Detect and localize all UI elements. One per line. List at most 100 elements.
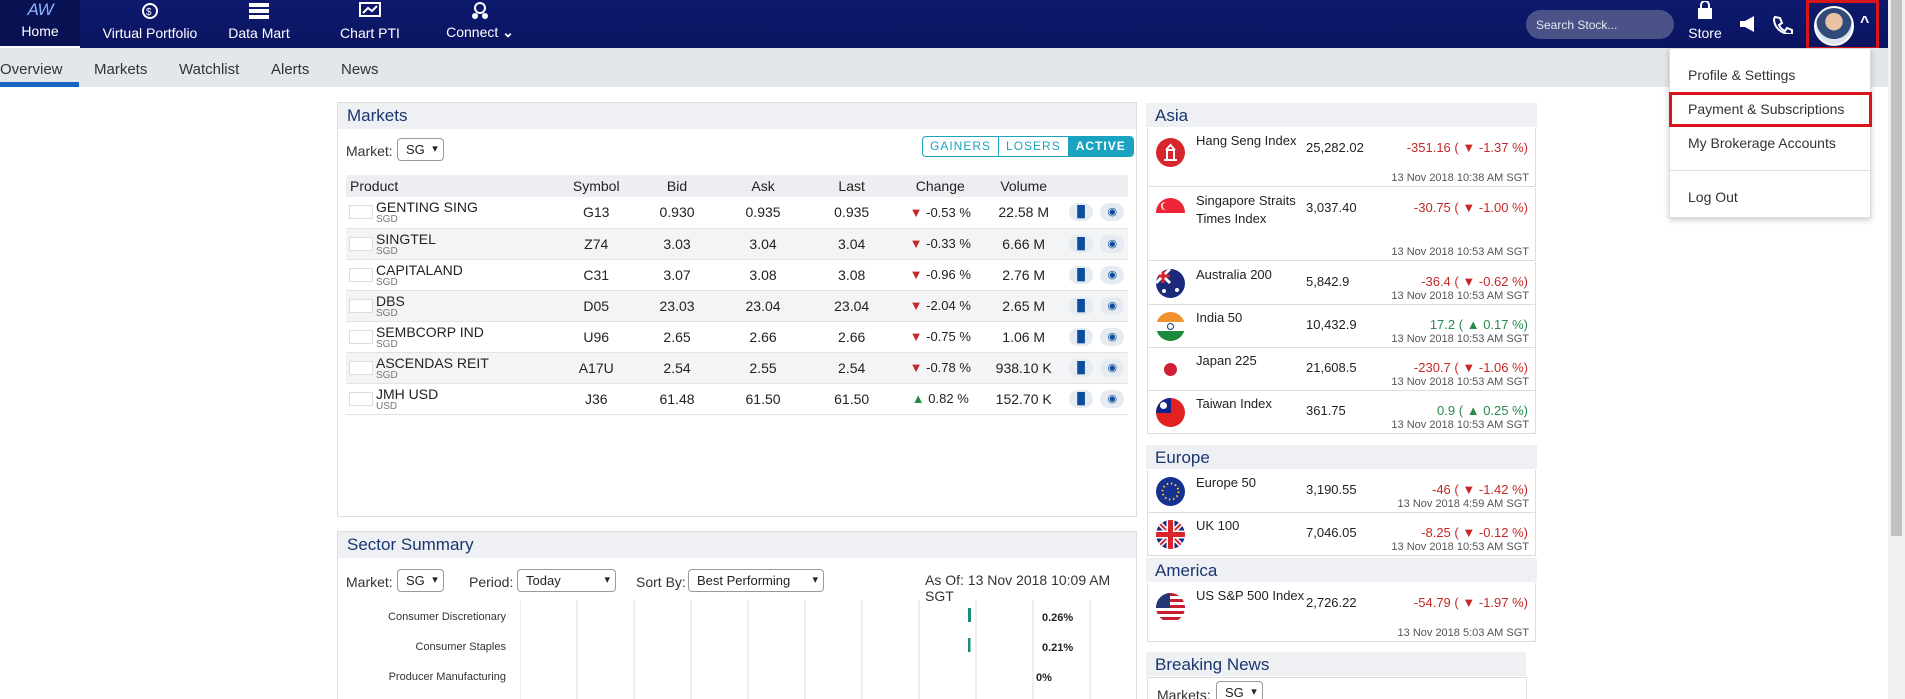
index-timestamp: 13 Nov 2018 10:53 AM SGT (1391, 333, 1529, 345)
tab-overview[interactable]: Overview (0, 48, 79, 87)
index-row[interactable]: Singapore Straits Times Index 3,037.40 -… (1147, 188, 1536, 261)
sector-bar-chart (520, 600, 1091, 699)
change-cell: ▲ 0.82 % (898, 383, 982, 415)
country-flag-icon (1156, 312, 1185, 341)
table-row[interactable]: SINGTEL SGD Z74 3.03 3.04 3.04 ▼ -0.33 % … (346, 228, 1128, 260)
product-name: DBS (376, 292, 405, 309)
volume-cell: 6.66 M (981, 228, 1066, 260)
eye-icon[interactable]: ◉ (1100, 389, 1125, 408)
eye-icon[interactable]: ◉ (1100, 265, 1125, 284)
company-logo-icon (349, 205, 373, 219)
sort-by-select[interactable]: Best Performing (688, 569, 824, 592)
bar-chart-icon[interactable]: ▐▌ (1069, 265, 1094, 284)
down-arrow-icon: ▼ (909, 204, 923, 220)
bar-chart-icon[interactable]: ▐▌ (1069, 389, 1094, 408)
sort-by-label: Sort By: (636, 574, 686, 590)
index-row[interactable]: Australia 200 5,842.9 -36.4 ( ▼ -0.62 %)… (1147, 262, 1536, 305)
index-row[interactable]: UK 100 7,046.05 -8.25 ( ▼ -0.12 %) 13 No… (1147, 513, 1536, 556)
index-value: 7,046.05 (1306, 525, 1357, 540)
tab-alerts[interactable]: Alerts (271, 48, 309, 87)
toggle-active[interactable]: ACTIVE (1068, 137, 1133, 156)
index-name: Singapore Straits Times Index (1196, 193, 1296, 226)
index-timestamp: 13 Nov 2018 10:53 AM SGT (1391, 376, 1529, 388)
nav-connect[interactable]: Connect ⌄ (442, 0, 518, 48)
megaphone-icon[interactable] (1738, 14, 1760, 39)
index-row[interactable]: India 50 10,432.9 17.2 ( ▲ 0.17 %) 13 No… (1147, 305, 1536, 348)
index-row[interactable]: US S&P 500 Index 2,726.22 -54.79 ( ▼ -1.… (1147, 583, 1536, 642)
tab-news[interactable]: News (341, 48, 379, 87)
index-timestamp: 13 Nov 2018 10:53 AM SGT (1391, 419, 1529, 431)
toggle-gainers[interactable]: GAINERS (923, 137, 1000, 156)
product-name: SEMBCORP IND (376, 323, 484, 340)
store-button[interactable]: Store (1685, 0, 1725, 48)
chart-action-cell: ▐▌ (1065, 383, 1097, 415)
nav-home-label: Home (21, 23, 59, 39)
eye-icon[interactable]: ◉ (1100, 234, 1125, 253)
index-change: -36.4 ( ▼ -0.62 %) (1421, 274, 1528, 289)
user-menu-button[interactable]: ^ (1806, 0, 1879, 50)
down-arrow-icon: ▼ (1462, 482, 1476, 497)
menu-brokerage-accounts[interactable]: My Brokerage Accounts (1688, 135, 1836, 151)
watch-action-cell: ◉ (1096, 259, 1128, 291)
down-arrow-icon: ▼ (1462, 360, 1476, 375)
grid-icon (248, 0, 270, 22)
table-row[interactable]: GENTING SING SGD G13 0.930 0.935 0.935 ▼ … (346, 197, 1128, 229)
avatar (1814, 6, 1854, 46)
sector-summary-title: Sector Summary (338, 532, 1136, 558)
market-select[interactable]: SG (397, 138, 444, 161)
index-change: 17.2 ( ▲ 0.17 %) (1429, 317, 1528, 332)
eye-icon[interactable]: ◉ (1100, 358, 1125, 377)
eye-icon[interactable]: ◉ (1100, 203, 1125, 222)
index-row[interactable]: Europe 50 3,190.55 -46 ( ▼ -1.42 %) 13 N… (1147, 470, 1536, 513)
index-value: 5,842.9 (1306, 274, 1350, 289)
nav-home[interactable]: AW Home (0, 0, 80, 48)
eye-icon[interactable]: ◉ (1100, 327, 1125, 346)
index-change: -351.16 ( ▼ -1.37 %) (1406, 140, 1528, 155)
table-row[interactable]: SEMBCORP IND SGD U96 2.65 2.66 2.66 ▼ -0.… (346, 321, 1128, 353)
news-market-select[interactable]: SG (1216, 681, 1263, 699)
menu-log-out[interactable]: Log Out (1688, 189, 1738, 205)
bar-chart-icon[interactable]: ▐▌ (1069, 234, 1094, 253)
tab-markets[interactable]: Markets (94, 48, 147, 87)
country-flag-icon (1156, 198, 1185, 227)
toggle-losers[interactable]: LOSERS (999, 137, 1069, 156)
tab-watchlist[interactable]: Watchlist (179, 48, 239, 87)
change-cell: ▼ -0.75 % (898, 321, 982, 353)
chart-action-cell: ▐▌ (1065, 197, 1097, 229)
down-arrow-icon: ▼ (909, 298, 923, 313)
menu-profile-settings[interactable]: Profile & Settings (1688, 67, 1795, 83)
bar-chart-icon[interactable]: ▐▌ (1069, 327, 1094, 346)
table-row[interactable]: JMH USD USD J36 61.48 61.50 61.50 ▲ 0.82 … (346, 383, 1128, 415)
table-row[interactable]: DBS SGD D05 23.03 23.04 23.04 ▼ -2.04 % 2… (346, 290, 1128, 322)
index-row[interactable]: Japan 225 21,608.5 -230.7 ( ▼ -1.06 %) 1… (1147, 348, 1536, 391)
ask-cell: 2.55 (721, 352, 805, 384)
nav-data-mart[interactable]: Data Mart (224, 0, 294, 48)
scrollbar-thumb[interactable] (1891, 0, 1902, 536)
bid-cell: 3.03 (632, 228, 722, 260)
chart-action-cell: ▐▌ (1065, 352, 1097, 384)
ask-cell: 61.50 (721, 383, 805, 415)
table-row[interactable]: ASCENDAS REIT SGD A17U 2.54 2.55 2.54 ▼ -… (346, 352, 1128, 384)
bar-chart-icon[interactable]: ▐▌ (1069, 296, 1094, 315)
bid-cell: 2.65 (632, 321, 722, 353)
nav-chart-pti[interactable]: Chart PTI (337, 0, 403, 48)
nav-virtual-portfolio[interactable]: $ Virtual Portfolio (98, 0, 202, 48)
index-row[interactable]: Taiwan Index 361.75 0.9 ( ▲ 0.25 %) 13 N… (1147, 391, 1536, 434)
table-row[interactable]: CAPITALAND SGD C31 3.07 3.08 3.08 ▼ -0.96… (346, 259, 1128, 291)
markets-title: Markets (338, 103, 1136, 129)
period-select[interactable]: Today (517, 569, 616, 592)
product-currency: SGD (376, 214, 398, 226)
bid-cell: 3.07 (632, 259, 722, 291)
bar-chart-icon[interactable]: ▐▌ (1069, 358, 1094, 377)
chart-action-cell: ▐▌ (1065, 228, 1097, 260)
product-cell: SINGTEL SGD (346, 228, 560, 260)
ask-cell: 2.66 (721, 321, 805, 353)
sector-market-select[interactable]: SG (397, 569, 444, 592)
phone-icon[interactable] (1772, 14, 1794, 39)
bar-chart-icon[interactable]: ▐▌ (1069, 203, 1094, 222)
index-row[interactable]: Hang Seng Index 25,282.02 -351.16 ( ▼ -1… (1147, 128, 1536, 187)
search-stock-input[interactable] (1526, 10, 1674, 39)
product-name: JMH USD (376, 385, 439, 402)
eye-icon[interactable]: ◉ (1100, 296, 1125, 315)
index-name: Europe 50 (1196, 475, 1256, 490)
